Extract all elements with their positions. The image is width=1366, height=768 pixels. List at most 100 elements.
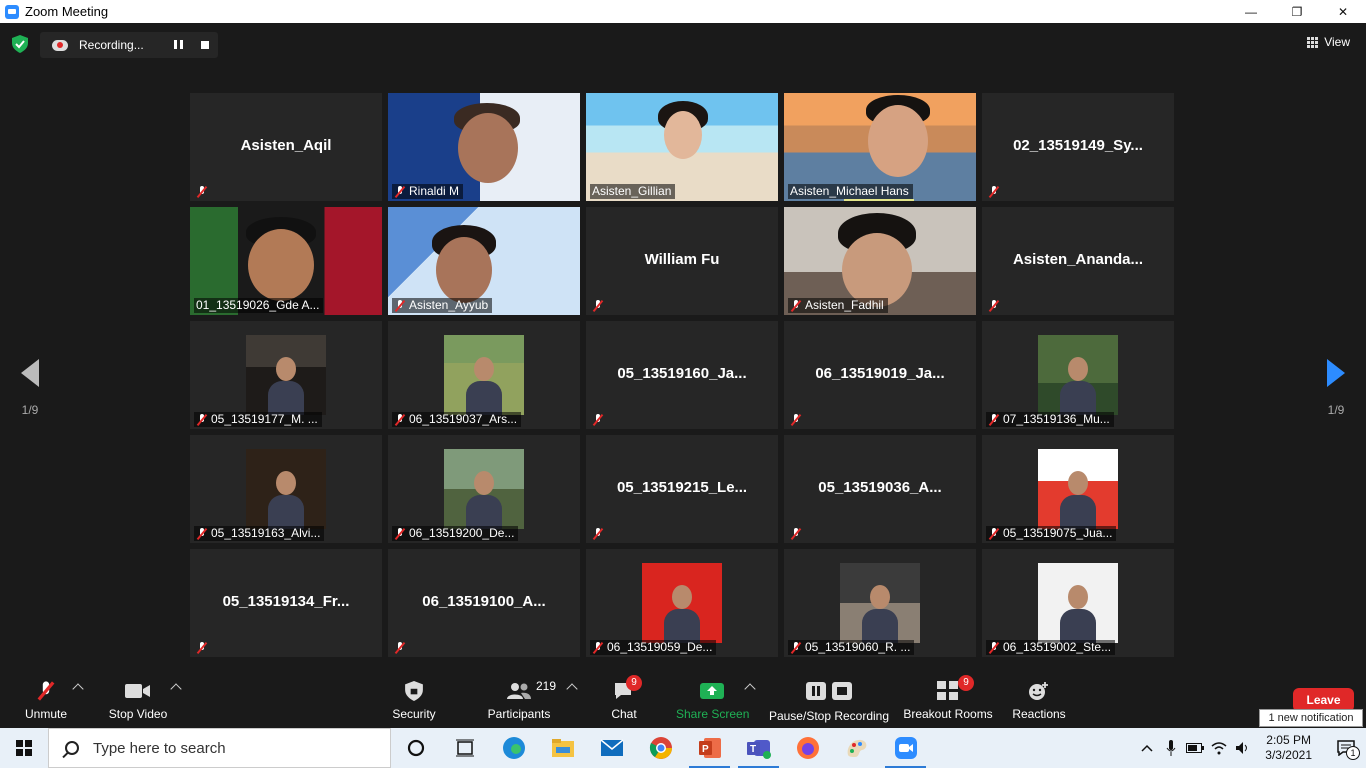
participant-label-text: 06_13519059_De... [607, 640, 713, 654]
security-button[interactable]: Security [390, 679, 438, 721]
participant-label-text: 06_13519037_Ars... [409, 412, 518, 426]
muted-microphone-icon [196, 185, 208, 198]
start-button[interactable] [0, 728, 48, 768]
participant-label: 07_13519136_Mu... [986, 412, 1114, 427]
video-options-chevron-icon[interactable] [170, 683, 182, 695]
muted-microphone-icon [394, 413, 406, 426]
share-screen-label: Share Screen [676, 707, 750, 721]
pause-stop-recording-button[interactable]: Pause/Stop Recording [768, 679, 890, 723]
participant-label: 05_13519060_R. ... [788, 640, 915, 655]
participant-name: Asisten_Aqil [240, 137, 332, 154]
action-center-badge: 1 [1346, 746, 1360, 760]
participant-tile[interactable]: Asisten_Gillian [586, 93, 778, 201]
reactions-button[interactable]: Reactions [1010, 679, 1068, 721]
edge-icon[interactable] [489, 728, 538, 768]
stop-video-button[interactable]: Stop Video [106, 679, 170, 721]
taskbar-clock[interactable]: 2:05 PM 3/3/2021 [1265, 733, 1312, 763]
cortana-icon[interactable] [391, 728, 440, 768]
participant-tile[interactable]: Asisten_Aqil [190, 93, 382, 201]
participant-tile[interactable]: 05_13519163_Alvi... [190, 435, 382, 543]
participant-tile[interactable]: 06_13519019_Ja... [784, 321, 976, 429]
participant-tile[interactable]: 06_13519200_De... [388, 435, 580, 543]
muted-microphone-icon [790, 413, 802, 426]
audio-options-chevron-icon[interactable] [72, 683, 84, 695]
participants-button[interactable]: 219 Participants [484, 679, 556, 721]
file-explorer-icon[interactable] [538, 728, 587, 768]
chat-badge: 9 [626, 675, 642, 691]
muted-microphone-icon [988, 299, 1000, 312]
microphone-icon[interactable] [1159, 728, 1183, 768]
unmute-button[interactable]: Unmute [22, 679, 70, 721]
task-view-icon[interactable] [440, 728, 489, 768]
security-label: Security [392, 707, 436, 721]
breakout-rooms-button[interactable]: 9 Breakout Rooms [902, 675, 994, 721]
arrow-right-icon [1327, 359, 1345, 387]
participant-label: 05_13519075_Jua... [986, 526, 1117, 541]
participant-tile[interactable]: 06_13519059_De... [586, 549, 778, 657]
muted-microphone-icon [790, 527, 802, 540]
taskbar-search-box[interactable]: Type here to search [48, 728, 391, 768]
participant-tile[interactable]: 06_13519002_Ste... [982, 549, 1174, 657]
participants-options-chevron-icon[interactable] [566, 683, 578, 695]
teams-icon[interactable]: T [734, 728, 783, 768]
paint-icon[interactable] [832, 728, 881, 768]
participant-name: 05_13519036_A... [818, 479, 942, 496]
participant-label-text: Asisten_Michael Hans [790, 184, 909, 198]
participant-tile[interactable]: 06_13519100_A... [388, 549, 580, 657]
participant-tile[interactable]: Asisten_Fadhil [784, 207, 976, 315]
participant-tile[interactable]: Asisten_Ananda... [982, 207, 1174, 315]
stop-recording-icon[interactable] [201, 41, 209, 49]
close-icon[interactable]: ✕ [1320, 0, 1366, 23]
shield-icon[interactable] [12, 35, 28, 53]
minimize-icon[interactable]: — [1228, 0, 1274, 23]
participant-label: 06_13519200_De... [392, 526, 519, 541]
previous-page-button[interactable]: 1/9 [10, 359, 50, 417]
battery-icon[interactable] [1183, 728, 1207, 768]
participant-tile[interactable]: 07_13519136_Mu... [982, 321, 1174, 429]
participant-tile[interactable]: 02_13519149_Sy... [982, 93, 1174, 201]
zoom-icon[interactable] [881, 728, 930, 768]
view-button[interactable]: View [1307, 35, 1350, 49]
participant-tile[interactable]: 05_13519177_M. ... [190, 321, 382, 429]
participant-label [194, 640, 212, 655]
participant-tile[interactable]: William Fu [586, 207, 778, 315]
participant-tile[interactable]: Asisten_Michael Hans [784, 93, 976, 201]
action-center-icon[interactable]: 1 [1326, 728, 1366, 768]
participant-label [194, 184, 212, 199]
participant-name: 06_13519019_Ja... [815, 365, 945, 382]
participant-label: 05_13519163_Alvi... [194, 526, 325, 541]
pause-recording-icon[interactable] [174, 40, 183, 49]
participant-tile[interactable]: Rinaldi M [388, 93, 580, 201]
powerpoint-icon[interactable]: P [685, 728, 734, 768]
volume-icon[interactable] [1231, 728, 1255, 768]
restore-icon[interactable]: ❐ [1274, 0, 1320, 23]
participant-label-text: Rinaldi M [409, 184, 460, 198]
view-label: View [1324, 35, 1350, 49]
participant-tile[interactable]: 05_13519215_Le... [586, 435, 778, 543]
wifi-icon[interactable] [1207, 728, 1231, 768]
next-page-button[interactable]: 1/9 [1316, 359, 1356, 417]
participant-label [788, 526, 806, 541]
participants-icon: 219 [484, 679, 556, 703]
participant-tile[interactable]: 05_13519075_Jua... [982, 435, 1174, 543]
muted-microphone-icon [196, 641, 208, 654]
chevron-up-icon[interactable] [1135, 728, 1159, 768]
participant-tile[interactable]: 05_13519060_R. ... [784, 549, 976, 657]
participant-tile[interactable]: 05_13519036_A... [784, 435, 976, 543]
chrome-icon[interactable] [636, 728, 685, 768]
mail-icon[interactable] [587, 728, 636, 768]
participant-tile[interactable]: Asisten_Ayyub [388, 207, 580, 315]
participant-name: 05_13519134_Fr... [222, 593, 350, 610]
chat-button[interactable]: 9 Chat [606, 675, 642, 721]
participant-photo [1038, 563, 1118, 643]
share-screen-button[interactable]: Share Screen [676, 679, 750, 721]
firefox-icon[interactable] [783, 728, 832, 768]
participant-name: 05_13519160_Ja... [617, 365, 747, 382]
participant-tile[interactable]: 01_13519026_Gde A... [190, 207, 382, 315]
participant-tile[interactable]: 05_13519160_Ja... [586, 321, 778, 429]
participant-photo [840, 563, 920, 643]
notification-toast[interactable]: 1 new notification [1259, 709, 1363, 727]
participant-label-text: 05_13519177_M. ... [211, 412, 318, 426]
participant-tile[interactable]: 05_13519134_Fr... [190, 549, 382, 657]
participant-tile[interactable]: 06_13519037_Ars... [388, 321, 580, 429]
